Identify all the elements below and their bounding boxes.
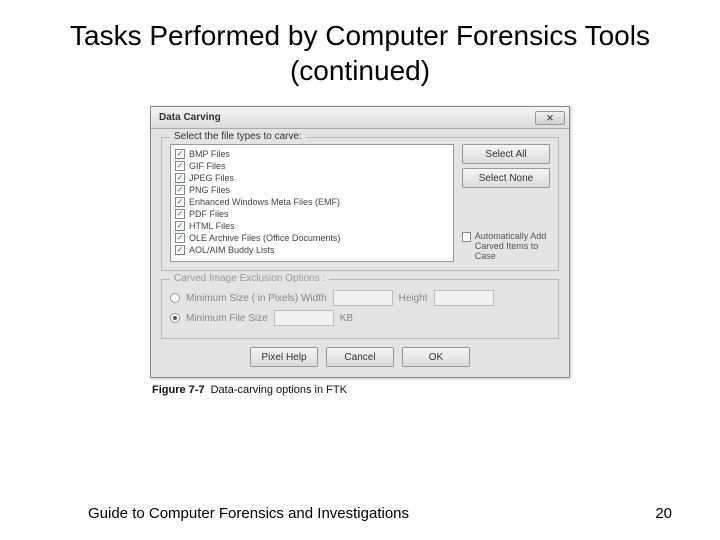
item-label: GIF Files <box>189 160 226 172</box>
min-pixels-label: Minimum Size ( in Pixels) Width <box>186 293 327 304</box>
list-item[interactable]: ✓ GIF Files <box>175 160 449 172</box>
slide-title: Tasks Performed by Computer Forensics To… <box>0 0 720 96</box>
filetypes-group: Select the file types to carve: ✓BMP Fil… <box>161 137 559 271</box>
figure-ref: Figure 7-7 <box>152 384 205 396</box>
item-label: JPEG Files <box>189 172 234 184</box>
item-label: HTML Files <box>189 220 235 232</box>
figure-text: Data-carving options in FTK <box>211 384 347 396</box>
item-label: PNG Files <box>189 184 230 196</box>
kb-label: KB <box>340 313 353 324</box>
dialog-button-row: Pixel Help Cancel OK <box>161 347 559 367</box>
list-item[interactable]: ✓ AOL/AIM Buddy Lists <box>175 244 449 256</box>
min-filesize-label: Minimum File Size <box>186 313 268 324</box>
exclusion-group: Carved Image Exclusion Options : Minimum… <box>161 279 559 339</box>
radio-icon[interactable] <box>170 293 180 303</box>
list-item[interactable]: ✓ Enhanced Windows Meta Files (EMF) <box>175 196 449 208</box>
item-label: BMP Files <box>189 148 230 160</box>
list-item[interactable]: ✓ OLE Archive Files (Office Documents) <box>175 232 449 244</box>
list-item[interactable]: ✓ PDF Files <box>175 208 449 220</box>
auto-add-label: Automatically Add Carved Items to Case <box>475 232 550 262</box>
ok-button[interactable]: OK <box>402 347 470 367</box>
filetypes-label: Select the file types to carve: <box>170 131 306 142</box>
auto-add-option[interactable]: ✓ Automatically Add Carved Items to Case <box>462 232 550 262</box>
item-label: Enhanced Windows Meta Files (EMF) <box>189 196 340 208</box>
min-filesize-row: Minimum File Size KB <box>170 310 550 326</box>
dialog-screenshot: Data Carving ✕ Select the file types to … <box>150 106 570 396</box>
checkbox-icon[interactable]: ✓ <box>175 161 185 171</box>
list-item[interactable]: ✓ PNG Files <box>175 184 449 196</box>
checkbox-icon[interactable]: ✓ <box>175 221 185 231</box>
checkbox-icon[interactable]: ✓ <box>175 173 185 183</box>
checkbox-icon[interactable]: ✓ <box>462 232 471 242</box>
height-input[interactable] <box>434 290 494 306</box>
dialog-body: Select the file types to carve: ✓ BMP Fil… <box>151 129 569 377</box>
cancel-button[interactable]: Cancel <box>326 347 394 367</box>
item-label: AOL/AIM Buddy Lists <box>189 244 275 256</box>
filetypes-listbox[interactable]: ✓ BMP Files ✓ GIF Files ✓ JPEG Files ✓ PNG F… <box>170 144 454 262</box>
footer-text: Guide to Computer Forensics and Investig… <box>88 505 409 522</box>
data-carving-dialog: Data Carving ✕ Select the file types to … <box>150 106 570 378</box>
radio-icon[interactable] <box>170 313 180 323</box>
filesize-input[interactable] <box>274 310 334 326</box>
checkbox-icon[interactable]: ✓ <box>175 245 185 255</box>
exclusion-label: Carved Image Exclusion Options : <box>170 273 329 284</box>
figure-caption: Figure 7-7 Data-carving options in FTK <box>150 384 570 396</box>
checkbox-icon[interactable]: ✓ <box>175 185 185 195</box>
height-label: Height <box>399 293 428 304</box>
min-pixels-row: Minimum Size ( in Pixels) Width Height <box>170 290 550 306</box>
checkbox-icon[interactable]: ✓ <box>175 149 185 159</box>
checkbox-icon[interactable]: ✓ <box>175 197 185 207</box>
select-none-button[interactable]: Select None <box>462 168 550 188</box>
dialog-title: Data Carving <box>159 112 221 123</box>
filetypes-right-column: Select All Select None ✓ Automatically A… <box>462 144 550 262</box>
item-label: OLE Archive Files (Office Documents) <box>189 232 340 244</box>
checkbox-icon[interactable]: ✓ <box>175 233 185 243</box>
list-item[interactable]: ✓ JPEG Files <box>175 172 449 184</box>
list-item[interactable]: ✓ HTML Files <box>175 220 449 232</box>
close-icon[interactable]: ✕ <box>535 111 565 125</box>
select-all-button[interactable]: Select All <box>462 144 550 164</box>
width-input[interactable] <box>333 290 393 306</box>
dialog-titlebar: Data Carving ✕ <box>151 107 569 129</box>
pixel-help-button[interactable]: Pixel Help <box>250 347 318 367</box>
checkbox-icon[interactable]: ✓ <box>175 209 185 219</box>
page-number: 20 <box>655 505 672 522</box>
slide-footer: Guide to Computer Forensics and Investig… <box>0 505 720 522</box>
item-label: PDF Files <box>189 208 229 220</box>
list-item[interactable]: ✓ BMP Files <box>175 148 449 160</box>
